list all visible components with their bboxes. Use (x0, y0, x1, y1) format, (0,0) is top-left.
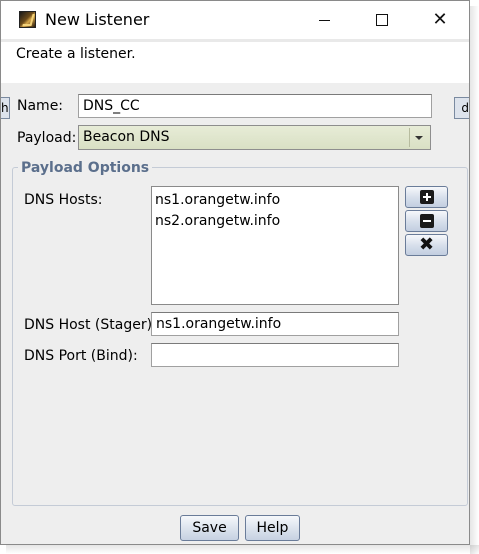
close-button[interactable]: ✕ (417, 1, 463, 39)
window-shadow-right (470, 6, 479, 554)
payload-label: Payload: (17, 130, 77, 146)
cobalt-strike-icon (19, 11, 36, 28)
chevron-down-icon (415, 135, 423, 140)
dialog-description: Create a listener. (16, 46, 136, 62)
add-host-button[interactable] (405, 186, 448, 208)
dns-port-bind-label: DNS Port (Bind): (24, 348, 138, 364)
save-button[interactable]: Save (180, 515, 239, 541)
name-field[interactable]: DNS_CC (78, 94, 432, 118)
plus-icon (419, 190, 434, 204)
dns-hosts-list[interactable]: ns1.orangetw.info ns2.orangetw.info (151, 186, 399, 305)
maximize-icon (376, 14, 388, 26)
title-bar[interactable]: New Listener ✕ (1, 1, 469, 39)
dns-port-bind-field[interactable] (151, 343, 399, 367)
new-listener-dialog: New Listener ✕ Create a listener. h d Na… (0, 0, 470, 545)
background-window-tab-right: d (454, 97, 469, 119)
window-title: New Listener (45, 10, 150, 29)
maximize-button[interactable] (359, 1, 405, 39)
x-icon: ✖ (418, 234, 435, 255)
window-shadow-bottom (6, 545, 479, 554)
clear-hosts-button[interactable]: ✖ (405, 234, 448, 256)
payload-dropdown-button[interactable] (409, 128, 428, 147)
dns-hosts-label: DNS Hosts: (24, 192, 103, 208)
minus-icon (419, 214, 434, 228)
dns-host-stager-label: DNS Host (Stager): (24, 317, 157, 333)
minimize-icon (318, 19, 330, 21)
payload-select[interactable]: Beacon DNS (78, 125, 431, 150)
background-window-tab-left: h (1, 97, 10, 119)
help-button[interactable]: Help (245, 515, 300, 541)
dns-host-stager-field[interactable]: ns1.orangetw.info (151, 312, 399, 336)
payload-selected-value: Beacon DNS (83, 129, 170, 145)
list-item[interactable]: ns2.orangetw.info (155, 211, 395, 232)
remove-host-button[interactable] (405, 210, 448, 232)
close-icon: ✕ (432, 9, 448, 30)
minimize-button[interactable] (301, 1, 347, 39)
list-item[interactable]: ns1.orangetw.info (155, 190, 395, 211)
name-label: Name: (17, 98, 64, 114)
payload-options-title: Payload Options (18, 160, 153, 176)
